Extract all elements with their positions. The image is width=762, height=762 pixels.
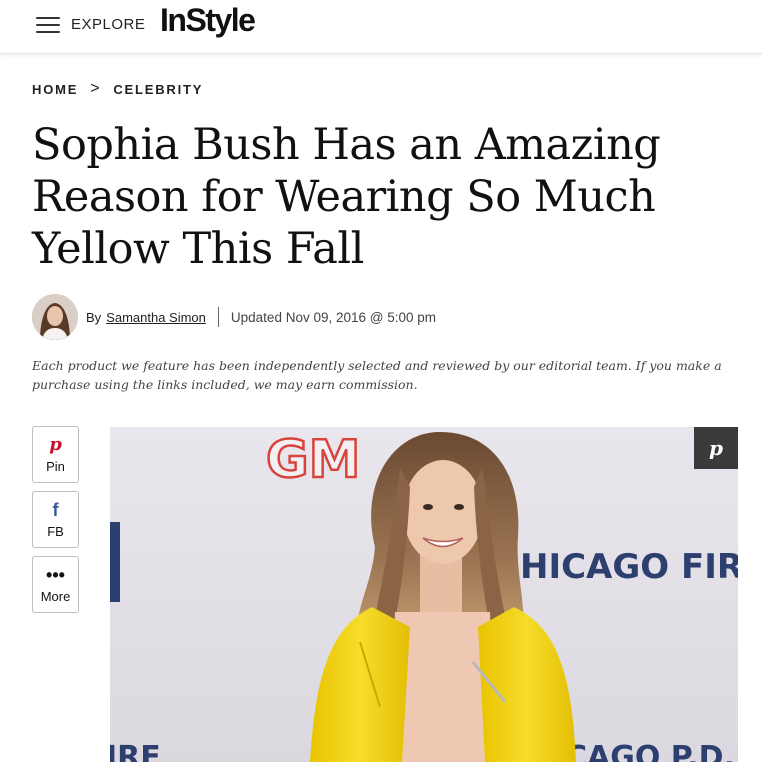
breadcrumb: HOME > CELEBRITY [32,80,203,98]
pin-image-icon[interactable]: p [694,427,738,469]
hamburger-menu-icon[interactable] [36,17,60,35]
breadcrumb-separator-icon: > [90,80,102,97]
more-dots-icon: ••• [46,565,65,585]
article-page: EXPLORE InStyle HOME > CELEBRITY Sophia … [0,0,762,762]
article-headline: Sophia Bush Has an Amazing Reason for We… [32,120,661,274]
backdrop-chicago-pd: CAGO P.D. [565,740,735,762]
backdrop-chicago-fire: HICAGO FIRE [520,547,738,587]
author-avatar[interactable] [32,294,78,340]
hero-photo-illustration: GM HICAGO FIRE CAGO P.D. IRE [110,427,738,762]
byline: By Samantha Simon Updated Nov 09, 2016 @… [32,293,436,341]
backdrop-fire-fragment: IRE [110,740,161,762]
pinterest-icon: p [49,434,62,455]
share-fb-label: FB [47,524,64,539]
backdrop-left-mark [110,522,120,602]
author-link[interactable]: Samantha Simon [106,310,206,325]
explore-menu-link[interactable]: EXPLORE [71,16,145,33]
facebook-icon: f [52,500,59,520]
hero-image[interactable]: GM HICAGO FIRE CAGO P.D. IRE [110,427,738,762]
byline-divider [217,307,219,327]
breadcrumb-celebrity[interactable]: CELEBRITY [113,82,203,97]
affiliate-disclaimer: Each product we feature has been indepen… [32,358,722,392]
backdrop-gm-logo: GM [266,430,360,490]
share-more-button[interactable]: ••• More [32,556,79,613]
instyle-logo[interactable]: InStyle [160,2,256,39]
share-fb-button[interactable]: f FB [32,491,79,548]
share-more-label: More [40,589,71,604]
breadcrumb-home[interactable]: HOME [32,82,78,97]
byline-prefix: By [86,309,102,325]
share-pin-button[interactable]: p Pin [32,426,79,483]
updated-timestamp: Updated Nov 09, 2016 @ 5:00 pm [230,309,436,325]
share-pin-label: Pin [46,459,65,474]
top-nav-bar: EXPLORE InStyle [0,0,762,54]
